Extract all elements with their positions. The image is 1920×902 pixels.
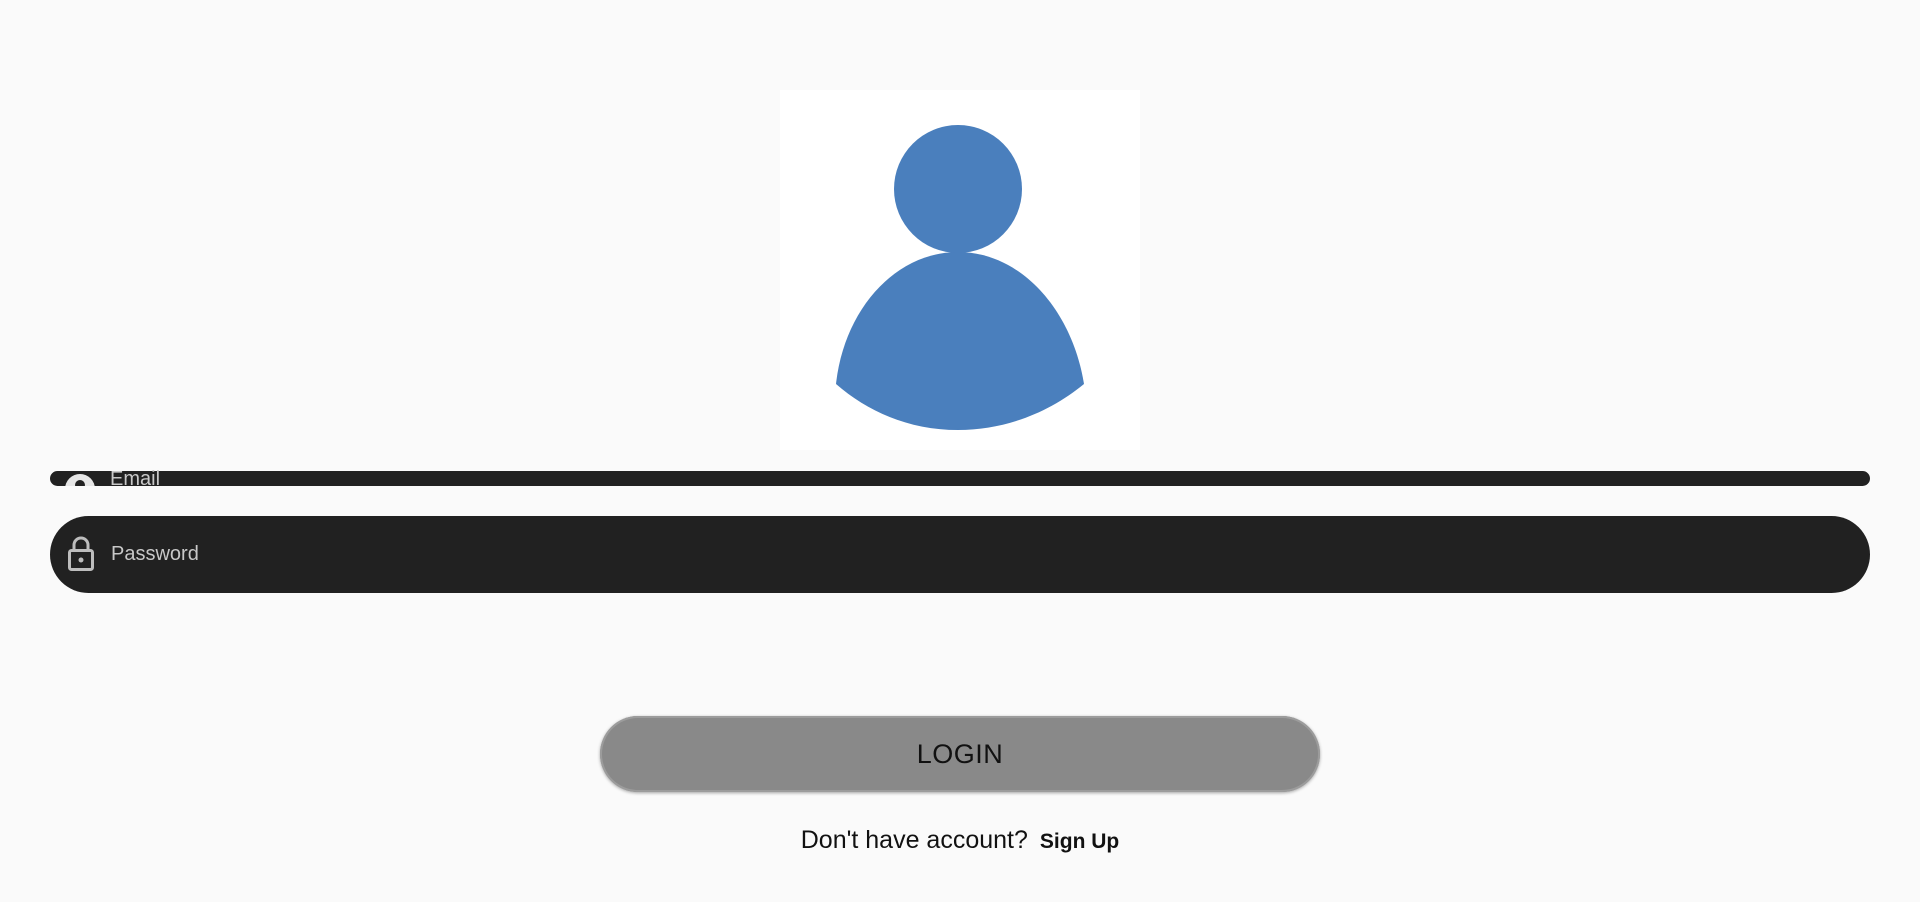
- password-placeholder: Password: [111, 543, 199, 565]
- password-field[interactable]: Password: [50, 516, 1870, 593]
- login-button-label: LOGIN: [916, 738, 1004, 769]
- login-button[interactable]: LOGIN: [600, 716, 1320, 792]
- lock-icon: [66, 536, 96, 572]
- login-page: Email Password LOGIN Don't have account?…: [0, 0, 1920, 902]
- signup-link[interactable]: Sign Up: [1040, 830, 1119, 854]
- person-icon: [836, 125, 1084, 430]
- signup-prompt: Don't have account?: [800, 826, 1028, 854]
- avatar: [780, 90, 1140, 450]
- email-overflow-mask: [50, 486, 1870, 516]
- signup-row: Don't have account? Sign Up: [0, 826, 1920, 855]
- email-field[interactable]: Email: [50, 469, 1870, 516]
